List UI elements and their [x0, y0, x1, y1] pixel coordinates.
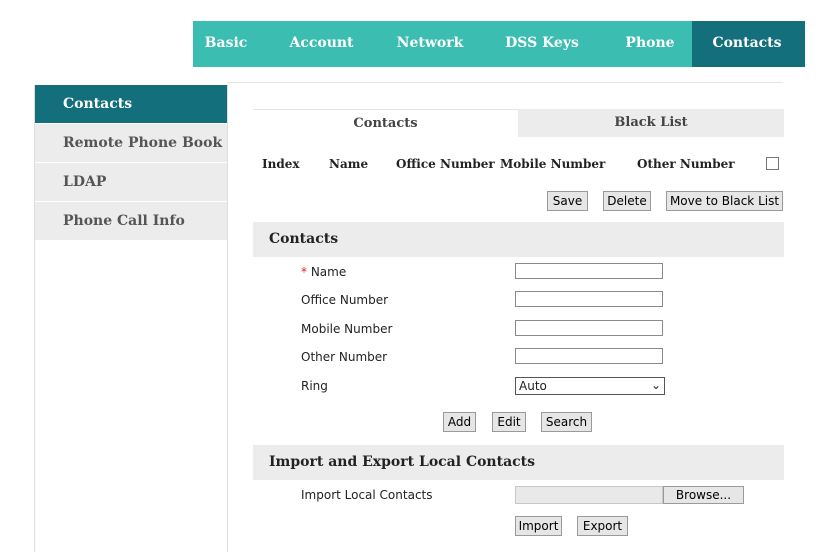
ring-select[interactable]: Auto ⌄: [515, 377, 665, 395]
nav-end-bar: [802, 21, 805, 67]
top-nav: Basic Account Network DSS Keys Phone Con…: [193, 21, 805, 67]
col-header-other-number: Other Number: [637, 157, 735, 171]
sidebar-item-contacts[interactable]: Contacts: [35, 85, 227, 123]
import-button[interactable]: Import: [515, 516, 562, 536]
sidebar-item-ldap[interactable]: LDAP: [35, 163, 227, 201]
save-button[interactable]: Save: [547, 191, 588, 211]
mobile-number-input[interactable]: [515, 320, 663, 336]
name-label: * Name: [301, 265, 346, 279]
sub-tabs: Contacts Black List: [253, 109, 784, 138]
tab-account[interactable]: Account: [259, 21, 384, 67]
col-header-name: Name: [329, 157, 369, 171]
edit-button[interactable]: Edit: [492, 412, 526, 432]
move-to-black-list-button[interactable]: Move to Black List: [666, 191, 783, 211]
subtab-black-list[interactable]: Black List: [518, 109, 784, 137]
subtab-contacts[interactable]: Contacts: [253, 109, 518, 138]
office-number-input[interactable]: [515, 291, 663, 307]
name-label-text: Name: [310, 265, 347, 279]
contacts-section-header: Contacts: [253, 222, 784, 257]
other-number-label: Other Number: [301, 350, 388, 364]
ring-select-value: Auto: [519, 379, 547, 393]
other-number-input[interactable]: [515, 348, 663, 364]
delete-button[interactable]: Delete: [603, 191, 651, 211]
tab-network[interactable]: Network: [384, 21, 476, 67]
office-number-label: Office Number: [301, 293, 389, 307]
name-input[interactable]: [515, 263, 663, 279]
sidebar-item-phone-call-info[interactable]: Phone Call Info: [35, 202, 227, 240]
col-header-mobile-number: Mobile Number: [500, 157, 606, 171]
sidebar: Contacts Remote Phone Book LDAP Phone Ca…: [34, 85, 228, 552]
tab-basic[interactable]: Basic: [193, 21, 259, 67]
browse-button[interactable]: Browse...: [663, 486, 744, 504]
header-divider: [227, 82, 783, 83]
tab-phone[interactable]: Phone: [608, 21, 692, 67]
ring-label: Ring: [301, 379, 328, 393]
file-path-field[interactable]: [515, 486, 663, 504]
chevron-down-icon: ⌄: [650, 378, 661, 392]
import-export-section-header: Import and Export Local Contacts: [253, 445, 784, 480]
add-button[interactable]: Add: [443, 412, 476, 432]
search-button[interactable]: Search: [541, 412, 592, 432]
col-header-office-number: Office Number: [396, 157, 495, 171]
tab-contacts[interactable]: Contacts: [692, 21, 802, 67]
tab-dss-keys[interactable]: DSS Keys: [476, 21, 608, 67]
import-local-contacts-label: Import Local Contacts: [301, 488, 433, 502]
col-header-index: Index: [262, 157, 300, 171]
select-all-checkbox[interactable]: [766, 157, 779, 170]
required-mark: *: [301, 265, 307, 279]
mobile-number-label: Mobile Number: [301, 322, 393, 336]
sidebar-item-remote-phone-book[interactable]: Remote Phone Book: [35, 124, 227, 162]
export-button[interactable]: Export: [577, 516, 628, 536]
